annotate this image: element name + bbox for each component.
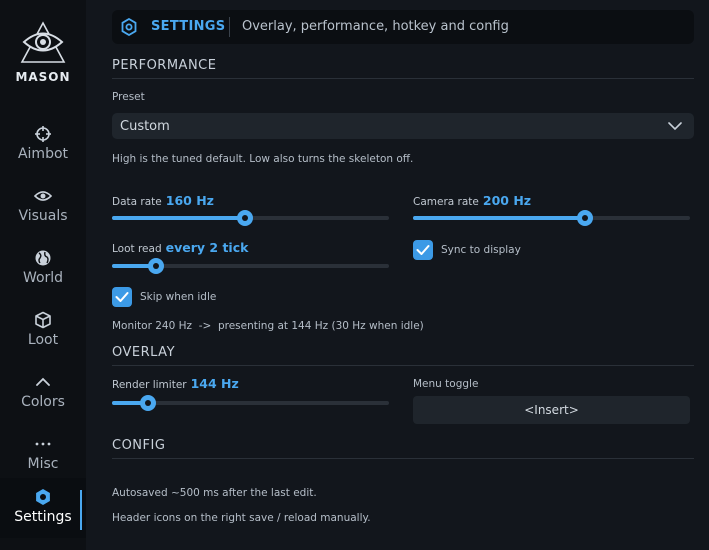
page-title: SETTINGS bbox=[151, 19, 226, 34]
sidebar-item-world[interactable]: World bbox=[0, 239, 86, 299]
data-rate-value: 160 Hz bbox=[165, 193, 214, 208]
settings-header: SETTINGS Overlay, performance, hotkey an… bbox=[112, 10, 694, 44]
camera-rate-label: Camera rate 200 Hz bbox=[413, 193, 532, 208]
slider-fill bbox=[413, 216, 585, 220]
sidebar-item-settings[interactable]: Settings bbox=[0, 478, 86, 538]
sidebar-item-label: Misc bbox=[27, 456, 59, 472]
sync-to-display-checkbox[interactable] bbox=[413, 240, 433, 260]
slider-fill bbox=[112, 216, 245, 220]
eye-triangle-logo-icon bbox=[20, 21, 66, 63]
page-subtitle: Overlay, performance, hotkey and config bbox=[242, 19, 509, 34]
camera-rate-slider[interactable] bbox=[413, 210, 690, 226]
data-rate-slider[interactable] bbox=[112, 210, 389, 226]
slider-knob[interactable] bbox=[576, 210, 593, 226]
sidebar-item-label: Colors bbox=[21, 394, 65, 410]
preset-dropdown[interactable]: Custom bbox=[112, 113, 694, 139]
preset-hint: High is the tuned default. Low also turn… bbox=[112, 153, 414, 165]
logo: MASON bbox=[0, 20, 86, 84]
sidebar-item-colors[interactable]: Colors bbox=[0, 363, 86, 423]
sidebar-item-label: World bbox=[22, 270, 64, 286]
config-note-manual: Header icons on the right save / reload … bbox=[112, 512, 371, 524]
eye-icon bbox=[34, 191, 52, 201]
chevron-up-icon bbox=[36, 377, 50, 386]
loot-read-label: Loot read every 2 tick bbox=[112, 240, 249, 255]
checkmark-icon bbox=[416, 245, 430, 255]
chevron-down-icon bbox=[668, 122, 682, 131]
sidebar-item-misc[interactable]: Misc bbox=[0, 425, 86, 485]
globe-icon bbox=[35, 250, 51, 266]
menu-toggle-label: Menu toggle bbox=[413, 378, 479, 390]
slider-knob[interactable] bbox=[236, 210, 253, 226]
monitor-info: Monitor 240 Hz -> presenting at 144 Hz (… bbox=[112, 320, 424, 332]
data-rate-label: Data rate 160 Hz bbox=[112, 193, 214, 208]
preset-value: Custom bbox=[120, 119, 170, 134]
section-title-config: CONFIG bbox=[112, 438, 694, 459]
sidebar-item-aimbot[interactable]: Aimbot bbox=[0, 115, 86, 175]
render-limiter-value: 144 Hz bbox=[190, 376, 239, 391]
menu-toggle-keybind[interactable]: <Insert> bbox=[413, 396, 690, 424]
section-title-overlay: OVERLAY bbox=[112, 345, 694, 366]
crosshair-icon bbox=[35, 126, 51, 142]
sidebar-item-loot[interactable]: Loot bbox=[0, 301, 86, 361]
slider-knob[interactable] bbox=[140, 395, 156, 411]
camera-rate-value: 200 Hz bbox=[482, 193, 532, 208]
loot-read-value: every 2 tick bbox=[165, 240, 249, 255]
sync-to-display-label: Sync to display bbox=[441, 244, 521, 256]
sidebar-item-visuals[interactable]: Visuals bbox=[0, 177, 86, 237]
sidebar-item-label: Aimbot bbox=[17, 146, 69, 162]
skip-when-idle-checkbox[interactable] bbox=[112, 287, 132, 307]
sidebar-item-label: Visuals bbox=[18, 208, 68, 224]
gear-icon bbox=[36, 489, 50, 505]
sidebar-item-label: Loot bbox=[27, 332, 59, 348]
brand-name: MASON bbox=[15, 70, 71, 84]
skip-when-idle-label: Skip when idle bbox=[140, 291, 217, 303]
gear-icon bbox=[121, 18, 137, 36]
render-limiter-slider[interactable] bbox=[112, 395, 389, 411]
render-limiter-label: Render limiter 144 Hz bbox=[112, 376, 239, 391]
config-note-autosave: Autosaved ~500 ms after the last edit. bbox=[112, 487, 317, 499]
slider-knob[interactable] bbox=[148, 258, 165, 274]
section-title-performance: PERFORMANCE bbox=[112, 58, 694, 79]
sidebar-item-label: Settings bbox=[14, 509, 72, 525]
preset-label: Preset bbox=[112, 91, 145, 103]
loot-read-slider[interactable] bbox=[112, 258, 389, 274]
header-divider bbox=[229, 17, 230, 37]
ellipsis-icon bbox=[35, 442, 51, 446]
box-icon bbox=[35, 311, 51, 329]
checkmark-icon bbox=[115, 292, 129, 302]
sidebar: MASON Aimbot Visuals World Loot Colors M… bbox=[0, 0, 86, 550]
